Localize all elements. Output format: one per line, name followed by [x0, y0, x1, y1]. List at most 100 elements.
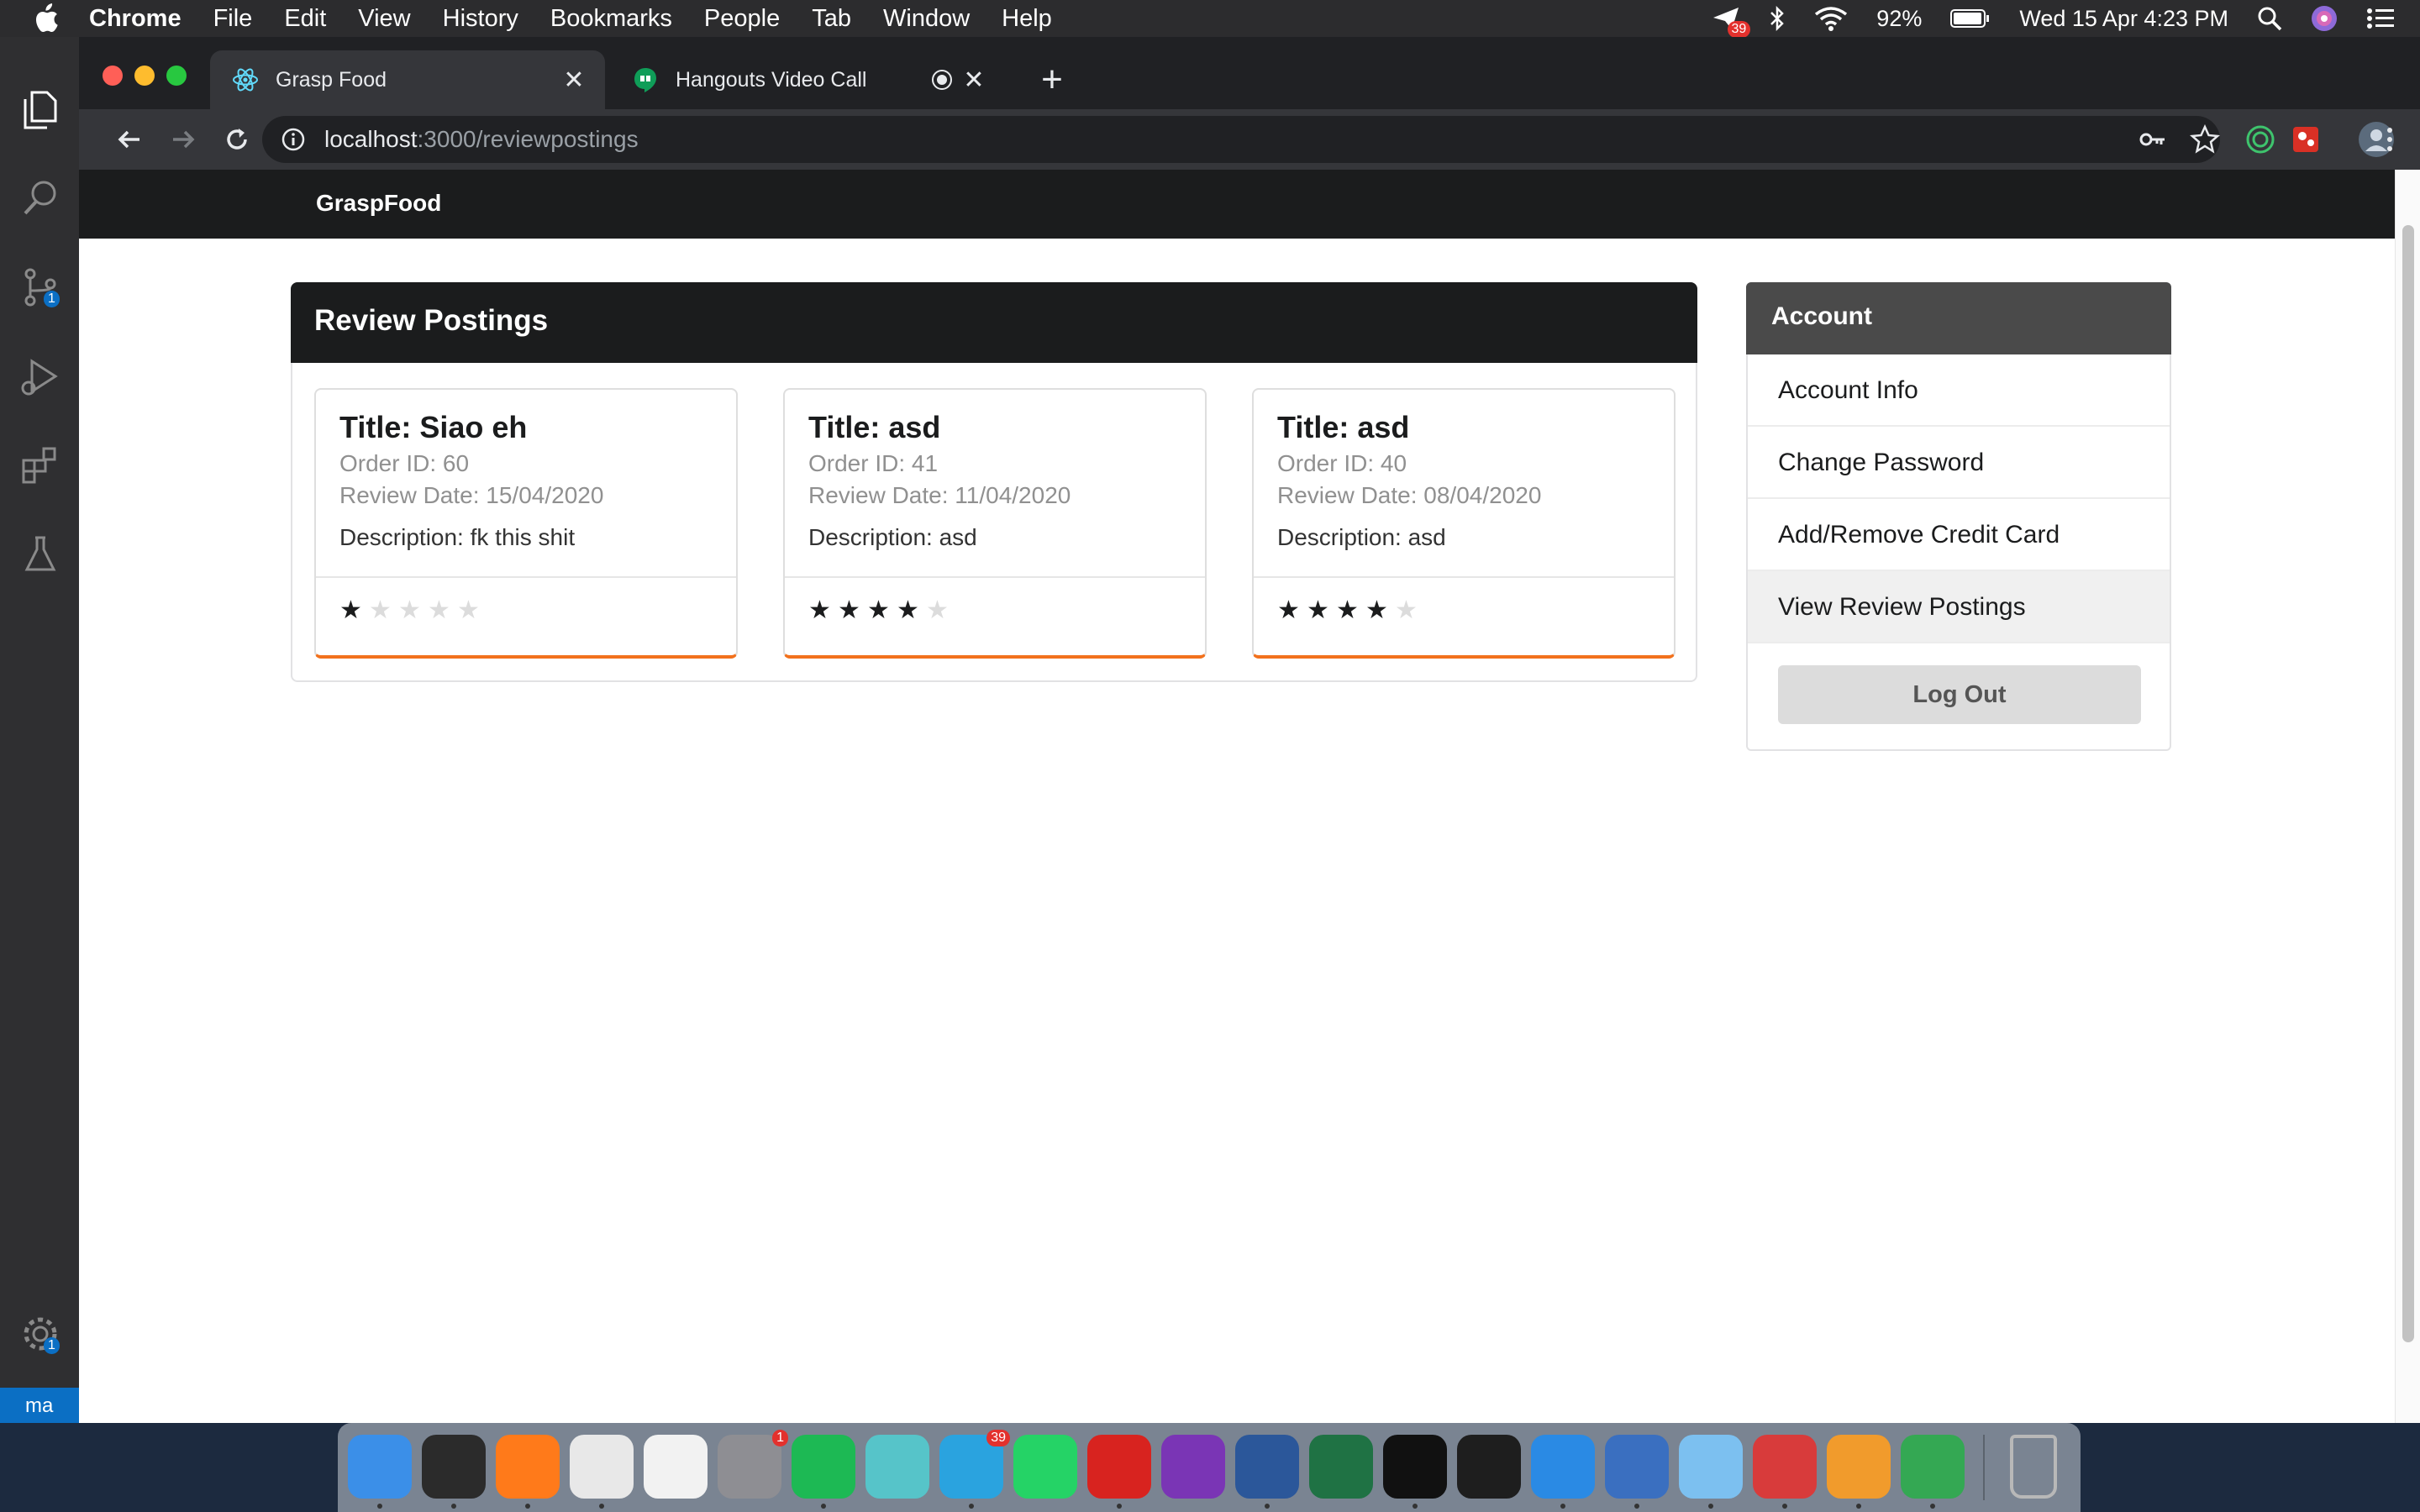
scrollbar-thumb[interactable]	[2402, 225, 2414, 1342]
chrome-icon[interactable]	[570, 1435, 634, 1499]
siri-icon[interactable]	[2311, 5, 2338, 32]
review-card[interactable]: Title: asd Order ID: 41 Review Date: 11/…	[783, 388, 1207, 659]
macos-menu-bar: Chrome File Edit View History Bookmarks …	[0, 0, 2420, 38]
page-scrollbar[interactable]	[2395, 170, 2420, 1423]
recording-indicator-icon	[929, 67, 955, 92]
macos-dock: 1 39	[338, 1423, 2081, 1512]
star-app-icon[interactable]	[865, 1435, 929, 1499]
battery-icon[interactable]	[1950, 8, 1991, 29]
terminal2-icon[interactable]	[1457, 1435, 1521, 1499]
zoom-window-button[interactable]	[166, 66, 187, 86]
word-icon[interactable]	[1235, 1435, 1299, 1499]
activity-monitor-icon[interactable]	[422, 1435, 486, 1499]
apple-icon[interactable]	[32, 3, 64, 34]
menu-tab[interactable]: Tab	[812, 5, 851, 33]
running-indicator	[1560, 1504, 1565, 1509]
tab-grasp-food[interactable]: Grasp Food ✕	[210, 50, 605, 109]
run-debug-icon[interactable]	[18, 354, 62, 398]
sublime-icon[interactable]	[1827, 1435, 1891, 1499]
star-empty-icon: ★	[1395, 596, 1418, 624]
extension-red-icon[interactable]	[2291, 124, 2321, 155]
dock-badge: 39	[986, 1430, 1010, 1446]
card-divider	[785, 576, 1205, 578]
running-indicator	[377, 1504, 382, 1509]
star-empty-icon: ★	[369, 596, 392, 624]
sap-icon[interactable]	[1605, 1435, 1669, 1499]
clock[interactable]: Wed 15 Apr 4:23 PM	[2019, 6, 2228, 32]
scm-badge: 1	[44, 291, 60, 307]
source-control-icon[interactable]: 1	[18, 265, 62, 309]
telegram-icon[interactable]: 39	[939, 1430, 1010, 1499]
account-menu-panel: Account Account Info Change Password Add…	[1746, 282, 2171, 751]
firefox-icon[interactable]	[496, 1435, 560, 1499]
whatsapp-icon[interactable]	[1013, 1435, 1077, 1499]
close-tab-icon[interactable]: ✕	[961, 66, 986, 94]
menu-window[interactable]: Window	[883, 5, 970, 33]
menu-edit[interactable]: Edit	[284, 5, 326, 33]
hangouts-favicon-icon	[632, 66, 659, 93]
bookmark-star-icon[interactable]	[2189, 123, 2221, 155]
close-window-button[interactable]	[103, 66, 123, 86]
testing-flask-icon[interactable]	[18, 533, 62, 576]
spotlight-search-icon[interactable]	[2257, 6, 2282, 31]
bluetooth-icon[interactable]	[1769, 5, 1786, 32]
menu-bookmarks[interactable]: Bookmarks	[550, 5, 672, 33]
red-app-icon[interactable]	[1753, 1435, 1817, 1499]
acrobat-icon[interactable]	[1087, 1435, 1151, 1499]
running-indicator	[1782, 1504, 1787, 1509]
wifi-icon[interactable]	[1814, 6, 1848, 31]
reload-icon[interactable]	[222, 124, 252, 155]
menu-view[interactable]: View	[358, 5, 410, 33]
brand-logo-text[interactable]: GraspFood	[316, 190, 441, 217]
cube-icon[interactable]	[1679, 1435, 1743, 1499]
web-page: GraspFood Review Postings Title: Siao eh…	[79, 170, 2420, 1423]
extensions-icon[interactable]	[18, 444, 62, 487]
minimize-window-button[interactable]	[134, 66, 155, 86]
new-tab-button[interactable]: +	[1037, 61, 1067, 98]
view-review-postings-link[interactable]: View Review Postings	[1748, 571, 2170, 643]
tab-hangouts[interactable]: Hangouts Video Call ✕	[610, 50, 1005, 109]
url-text: localhost:3000/reviewpostings	[324, 126, 639, 153]
branch-name: ma	[25, 1394, 54, 1417]
textedit-icon[interactable]	[644, 1435, 708, 1499]
back-arrow-icon[interactable]	[114, 124, 145, 155]
running-indicator	[1856, 1504, 1861, 1509]
password-key-icon[interactable]	[2138, 124, 2168, 155]
system-preferences-icon[interactable]: 1	[718, 1430, 788, 1499]
extension-target-icon[interactable]	[2245, 124, 2275, 155]
excel-icon[interactable]	[1309, 1435, 1373, 1499]
account-info-link[interactable]: Account Info	[1748, 354, 2170, 427]
log-out-button[interactable]: Log Out	[1778, 665, 2141, 724]
star-empty-icon: ★	[926, 596, 949, 624]
menu-help[interactable]: Help	[1002, 5, 1052, 33]
running-indicator	[1708, 1504, 1713, 1509]
manage-gear-icon[interactable]: 1	[18, 1312, 62, 1356]
search-icon[interactable]	[18, 176, 62, 220]
menu-app-name[interactable]: Chrome	[89, 5, 182, 33]
terminal-icon[interactable]	[1383, 1435, 1447, 1499]
menu-people[interactable]: People	[704, 5, 780, 33]
menu-history[interactable]: History	[443, 5, 518, 33]
review-card[interactable]: Title: Siao eh Order ID: 60 Review Date:…	[314, 388, 738, 659]
menu-file[interactable]: File	[213, 5, 253, 33]
address-bar[interactable]: localhost:3000/reviewpostings	[262, 116, 2221, 163]
finder-icon[interactable]	[348, 1435, 412, 1499]
close-tab-icon[interactable]: ✕	[561, 66, 587, 94]
credit-card-link[interactable]: Add/Remove Credit Card	[1748, 499, 2170, 571]
airmail-icon[interactable]: 39	[1712, 6, 1751, 38]
change-password-link[interactable]: Change Password	[1748, 427, 2170, 499]
explorer-icon[interactable]	[18, 87, 62, 131]
kebab-menu-icon[interactable]	[2381, 124, 2398, 155]
spotify-icon[interactable]	[792, 1435, 855, 1499]
vscode-icon[interactable]	[1531, 1435, 1595, 1499]
vscode-status-branch[interactable]: ma	[0, 1388, 79, 1423]
trash-icon[interactable]	[2010, 1435, 2057, 1499]
site-info-icon[interactable]	[281, 127, 306, 152]
onenote-icon[interactable]	[1161, 1435, 1225, 1499]
notification-center-icon[interactable]	[2366, 7, 2395, 30]
vim-icon[interactable]	[1901, 1435, 1965, 1499]
forward-arrow-icon[interactable]	[168, 124, 198, 155]
star-rating: ★ ★ ★ ★ ★	[1277, 596, 1418, 624]
star-empty-icon: ★	[398, 596, 421, 624]
review-card[interactable]: Title: asd Order ID: 40 Review Date: 08/…	[1252, 388, 1676, 659]
